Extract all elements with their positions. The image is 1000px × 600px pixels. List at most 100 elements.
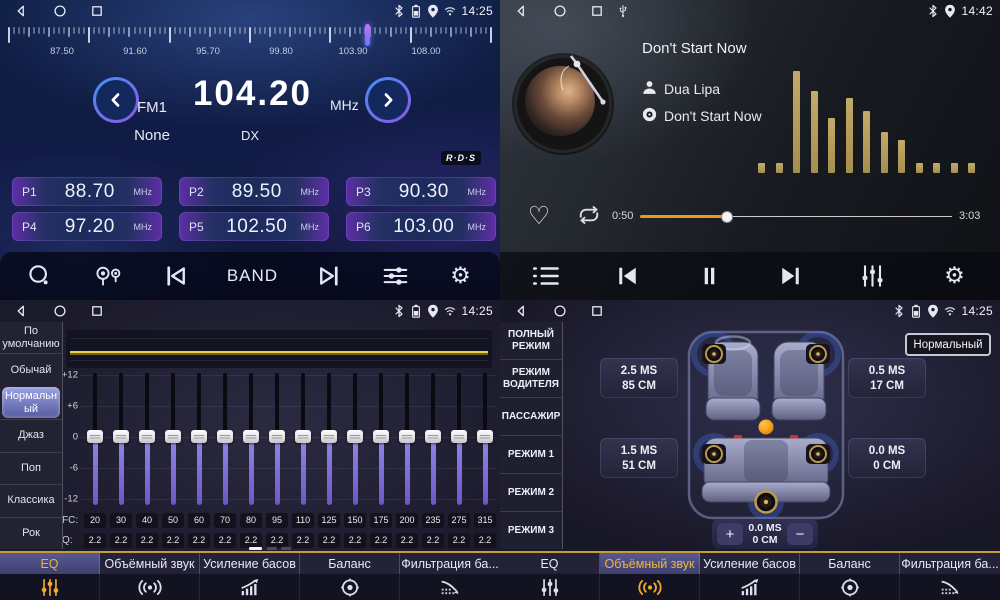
q-value[interactable]: 2.2 xyxy=(136,533,158,548)
slider-handle[interactable] xyxy=(217,430,233,443)
playlist-icon[interactable] xyxy=(532,264,559,288)
eq-band-slider[interactable] xyxy=(240,373,262,508)
fc-value[interactable]: 110 xyxy=(292,513,314,528)
position-preset-button[interactable]: Нормальный xyxy=(905,333,991,356)
listening-position-control[interactable] xyxy=(686,326,846,522)
slider-handle[interactable] xyxy=(425,430,441,443)
favorite-icon[interactable]: ♡ xyxy=(526,202,552,228)
fc-value[interactable]: 40 xyxy=(136,513,158,528)
eq-band-slider[interactable] xyxy=(318,373,340,508)
fc-value[interactable]: 60 xyxy=(188,513,210,528)
audio-tab[interactable]: Фильтрация ба... xyxy=(400,553,500,600)
eq-band-slider[interactable] xyxy=(448,373,470,508)
back-icon[interactable] xyxy=(514,4,528,18)
next-track-icon[interactable] xyxy=(777,264,804,288)
fc-value[interactable]: 30 xyxy=(110,513,132,528)
slider-handle[interactable] xyxy=(295,430,311,443)
seek-knob[interactable] xyxy=(721,211,733,223)
q-value[interactable]: 2.2 xyxy=(292,533,314,548)
recents-icon[interactable] xyxy=(590,304,604,318)
home-icon[interactable] xyxy=(53,4,67,18)
slider-handle[interactable] xyxy=(321,430,337,443)
eq-band-slider[interactable] xyxy=(84,373,106,508)
q-value[interactable]: 2.2 xyxy=(162,533,184,548)
eq-band-slider[interactable] xyxy=(266,373,288,508)
audio-tab[interactable]: EQ xyxy=(500,553,600,600)
home-icon[interactable] xyxy=(53,304,67,318)
eq-band-slider[interactable] xyxy=(292,373,314,508)
fc-value[interactable]: 235 xyxy=(422,513,444,528)
band-button[interactable]: BAND xyxy=(227,266,278,286)
slider-handle[interactable] xyxy=(113,430,129,443)
slider-handle[interactable] xyxy=(139,430,155,443)
equalizer-icon[interactable] xyxy=(859,264,886,288)
tuning-pointer[interactable] xyxy=(365,24,370,46)
q-value[interactable]: 2.2 xyxy=(344,533,366,548)
q-value[interactable]: 2.2 xyxy=(318,533,340,548)
recents-icon[interactable] xyxy=(590,4,604,18)
eq-preset-item[interactable]: Джаз xyxy=(0,419,62,451)
q-value[interactable]: 2.2 xyxy=(448,533,470,548)
sound-mode-item[interactable]: ПАССАЖИР xyxy=(500,397,562,435)
eq-band-slider[interactable] xyxy=(422,373,444,508)
fc-value[interactable]: 50 xyxy=(162,513,184,528)
repeat-icon[interactable] xyxy=(576,204,602,226)
eq-band-slider[interactable] xyxy=(370,373,392,508)
sliders-icon[interactable] xyxy=(382,264,409,288)
eq-band-slider[interactable] xyxy=(474,373,496,508)
q-value[interactable]: 2.2 xyxy=(214,533,236,548)
tuning-scale[interactable] xyxy=(0,27,500,45)
eq-band-slider[interactable] xyxy=(344,373,366,508)
audio-tab[interactable]: Усиление басов xyxy=(700,553,800,600)
audio-tab[interactable]: Фильтрация ба... xyxy=(900,553,1000,600)
decrease-button[interactable]: − xyxy=(787,523,813,545)
q-value[interactable]: 2.2 xyxy=(370,533,392,548)
previous-track-icon[interactable] xyxy=(614,264,641,288)
fc-value[interactable]: 125 xyxy=(318,513,340,528)
recents-icon[interactable] xyxy=(90,304,104,318)
home-icon[interactable] xyxy=(553,4,567,18)
radio-preset-button[interactable]: P289.50MHz xyxy=(179,177,329,206)
fc-value[interactable]: 20 xyxy=(84,513,106,528)
radio-preset-button[interactable]: P497.20MHz xyxy=(12,212,162,241)
slider-handle[interactable] xyxy=(87,430,103,443)
slider-handle[interactable] xyxy=(243,430,259,443)
sound-mode-item[interactable]: РЕЖИМ 3 xyxy=(500,511,562,549)
eq-preset-item[interactable]: Поп xyxy=(0,452,62,484)
next-station-icon[interactable] xyxy=(316,264,343,288)
audio-tab[interactable]: Объёмный звук xyxy=(600,553,700,600)
q-value[interactable]: 2.2 xyxy=(110,533,132,548)
back-icon[interactable] xyxy=(14,4,28,18)
eq-band-slider[interactable] xyxy=(396,373,418,508)
fc-value[interactable]: 150 xyxy=(344,513,366,528)
fc-value[interactable]: 80 xyxy=(240,513,262,528)
q-value[interactable]: 2.2 xyxy=(266,533,288,548)
eq-preset-item[interactable]: Рок xyxy=(0,517,62,549)
fc-value[interactable]: 175 xyxy=(370,513,392,528)
home-icon[interactable] xyxy=(553,304,567,318)
q-value[interactable]: 2.2 xyxy=(84,533,106,548)
fc-value[interactable]: 275 xyxy=(448,513,470,528)
eq-preset-item[interactable]: Нормальный xyxy=(2,387,60,418)
eq-band-slider[interactable] xyxy=(110,373,132,508)
radio-preset-button[interactable]: P6103.00MHz xyxy=(346,212,496,241)
front-left-delay[interactable]: 2.5 MS 85 CM xyxy=(600,358,678,398)
gear-icon[interactable]: ⚙ xyxy=(941,264,968,288)
radio-preset-button[interactable]: P390.30MHz xyxy=(346,177,496,206)
increase-button[interactable]: + xyxy=(717,523,743,545)
seek-up-button[interactable] xyxy=(365,77,411,123)
pause-icon[interactable] xyxy=(696,264,723,288)
rear-left-delay[interactable]: 1.5 MS 51 CM xyxy=(600,438,678,478)
sound-mode-item[interactable]: РЕЖИМ 2 xyxy=(500,473,562,511)
slider-handle[interactable] xyxy=(477,430,493,443)
seek-bar[interactable] xyxy=(640,210,952,223)
broadcast-icon[interactable] xyxy=(91,264,123,288)
eq-band-slider[interactable] xyxy=(188,373,210,508)
back-icon[interactable] xyxy=(514,304,528,318)
eq-band-slider[interactable] xyxy=(162,373,184,508)
slider-handle[interactable] xyxy=(373,430,389,443)
q-value[interactable]: 2.2 xyxy=(422,533,444,548)
fc-value[interactable]: 315 xyxy=(474,513,496,528)
fc-value[interactable]: 95 xyxy=(266,513,288,528)
q-value[interactable]: 2.2 xyxy=(396,533,418,548)
